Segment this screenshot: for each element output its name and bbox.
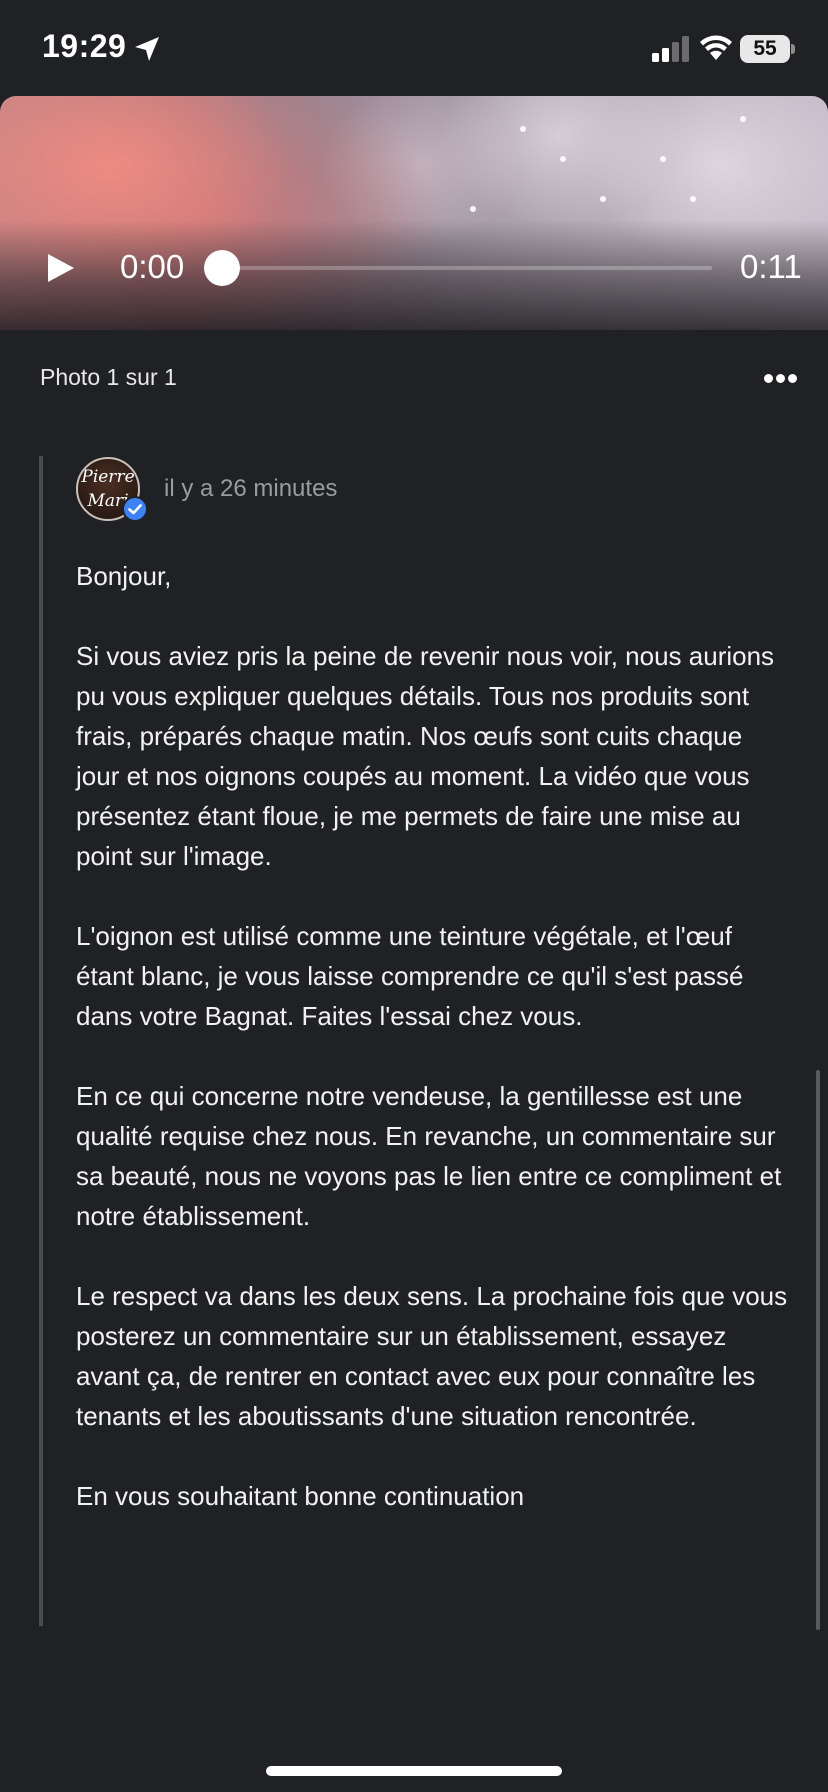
reply-paragraph: Si vous aviez pris la peine de revenir n… bbox=[76, 641, 775, 871]
video-scrubber-track[interactable] bbox=[222, 266, 712, 270]
scroll-indicator[interactable] bbox=[816, 1070, 820, 1630]
video-scrubber-knob[interactable] bbox=[204, 250, 240, 286]
reply-paragraph: En vous souhaitant bonne continuation bbox=[76, 1481, 525, 1511]
more-horizontal-icon bbox=[788, 374, 797, 383]
status-bar: 19:29 55 bbox=[0, 0, 828, 96]
play-icon[interactable] bbox=[46, 252, 76, 284]
reply-paragraph: En ce qui concerne notre vendeuse, la ge… bbox=[76, 1081, 782, 1231]
more-horizontal-icon bbox=[764, 374, 773, 383]
battery-indicator: 55 bbox=[740, 35, 790, 63]
video-sparkle bbox=[560, 156, 566, 162]
reply-body: Bonjour, Si vous aviez pris la peine de … bbox=[76, 556, 792, 1556]
home-indicator[interactable] bbox=[266, 1766, 562, 1776]
video-sparkle bbox=[520, 126, 526, 132]
location-arrow-icon bbox=[135, 37, 159, 61]
video-sparkle bbox=[740, 116, 746, 122]
reply-paragraph: L'oignon est utilisé comme une teinture … bbox=[76, 921, 744, 1031]
cellular-signal-icon bbox=[652, 36, 689, 62]
video-sparkle bbox=[690, 196, 696, 202]
video-sparkle bbox=[470, 206, 476, 212]
more-options-button[interactable] bbox=[760, 364, 800, 394]
video-player[interactable]: 0:00 0:11 bbox=[0, 96, 828, 330]
avatar-logo-text: Pierre bbox=[81, 467, 135, 487]
video-current-time: 0:00 bbox=[120, 248, 185, 285]
more-horizontal-icon bbox=[776, 374, 785, 383]
video-sparkle bbox=[660, 156, 666, 162]
reply-paragraph: Bonjour, bbox=[76, 561, 172, 591]
status-time: 19:29 bbox=[42, 28, 127, 64]
photo-counter: Photo 1 sur 1 bbox=[40, 364, 177, 390]
video-sparkle bbox=[600, 196, 606, 202]
reply-quote-rule bbox=[39, 456, 43, 1626]
video-total-time: 0:11 bbox=[740, 248, 802, 285]
reply-paragraph: Le respect va dans les deux sens. La pro… bbox=[76, 1281, 788, 1431]
battery-cap bbox=[791, 44, 795, 54]
reply-timestamp: il y a 26 minutes bbox=[164, 475, 338, 502]
wifi-icon bbox=[700, 35, 732, 60]
verified-badge-icon bbox=[122, 496, 148, 522]
